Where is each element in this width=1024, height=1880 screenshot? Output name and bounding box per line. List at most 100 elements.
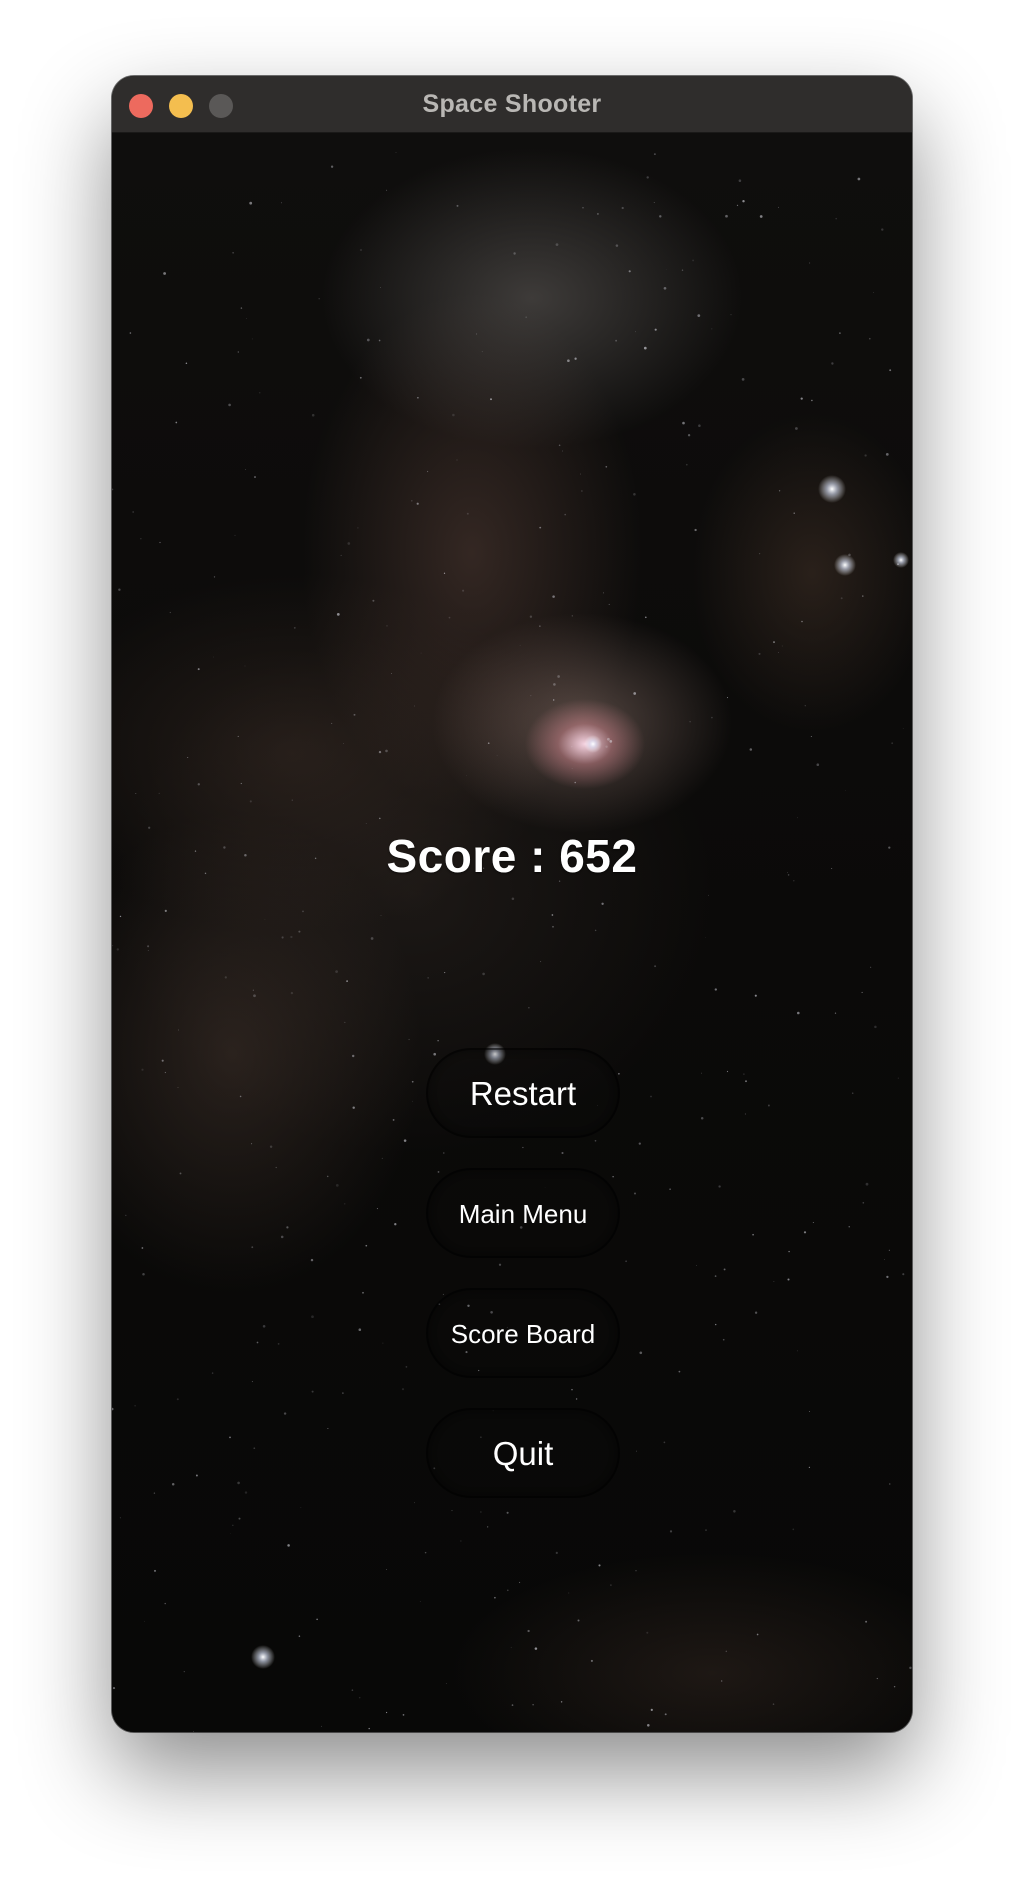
- app-window: Space Shooter Score : 652 Restart Main M…: [112, 76, 912, 1732]
- star: [527, 1629, 530, 1633]
- star: [669, 1188, 671, 1191]
- star: [283, 1412, 287, 1415]
- star: [568, 1592, 570, 1594]
- star: [171, 1483, 175, 1486]
- star: [558, 444, 561, 447]
- star: [112, 945, 114, 947]
- star: [178, 1029, 179, 1031]
- star: [555, 243, 559, 246]
- star: [311, 413, 315, 417]
- star: [650, 1095, 652, 1098]
- star: [851, 1092, 854, 1094]
- star: [176, 1398, 179, 1401]
- star: [602, 592, 604, 594]
- star: [311, 1315, 314, 1319]
- star: [635, 1450, 638, 1452]
- main-menu-button[interactable]: Main Menu: [426, 1168, 620, 1258]
- star: [788, 1250, 790, 1253]
- star: [411, 1080, 414, 1083]
- star: [280, 1235, 284, 1239]
- star: [714, 1275, 717, 1277]
- star: [767, 1104, 770, 1107]
- star: [237, 735, 239, 737]
- star: [417, 397, 419, 399]
- star: [358, 1696, 361, 1699]
- star: [694, 528, 697, 532]
- star: [804, 705, 806, 707]
- star: [460, 1540, 462, 1542]
- star: [256, 1341, 259, 1344]
- star: [778, 206, 779, 208]
- star: [378, 750, 382, 754]
- star: [386, 189, 388, 191]
- star: [621, 206, 624, 210]
- star: [638, 1142, 641, 1145]
- star: [615, 339, 617, 342]
- star: [506, 1511, 509, 1514]
- star: [730, 314, 732, 316]
- star: [721, 1680, 723, 1682]
- star: [277, 1343, 280, 1345]
- star: [797, 1011, 800, 1015]
- star: [251, 1246, 254, 1249]
- star: [197, 783, 200, 786]
- star: [249, 800, 252, 803]
- star: [378, 339, 381, 342]
- star: [372, 599, 375, 602]
- star: [335, 970, 338, 973]
- star: [560, 1701, 563, 1703]
- main-menu-button-label: Main Menu: [458, 1199, 588, 1229]
- star: [344, 1203, 346, 1205]
- star: [498, 1263, 502, 1266]
- star: [792, 1528, 795, 1531]
- star: [862, 595, 864, 597]
- star: [358, 1328, 362, 1331]
- star: [161, 1059, 164, 1062]
- star: [382, 1342, 384, 1344]
- star: [800, 397, 803, 400]
- star: [119, 1517, 121, 1519]
- star: [351, 1054, 355, 1058]
- star: [618, 1072, 620, 1075]
- star: [796, 1350, 798, 1352]
- star: [654, 328, 657, 331]
- star: [605, 465, 608, 468]
- star: [601, 902, 604, 905]
- star: [359, 376, 362, 379]
- quit-button[interactable]: Quit: [426, 1408, 620, 1498]
- title-bar[interactable]: Space Shooter: [112, 76, 912, 133]
- star: [119, 915, 122, 918]
- star: [496, 755, 498, 756]
- star: [228, 403, 231, 407]
- star: [758, 652, 761, 655]
- star: [889, 369, 892, 372]
- star: [831, 362, 834, 365]
- star: [685, 463, 688, 466]
- star: [639, 1351, 643, 1355]
- star: [287, 1544, 290, 1547]
- star: [577, 1619, 580, 1622]
- star: [848, 1226, 850, 1228]
- star: [772, 1703, 775, 1705]
- star: [376, 1208, 378, 1210]
- star: [343, 743, 344, 745]
- window-title: Space Shooter: [422, 90, 602, 118]
- star: [711, 328, 713, 330]
- star: [213, 656, 215, 658]
- score-display: Score : 652: [386, 830, 638, 882]
- star: [244, 1491, 248, 1494]
- star: [169, 611, 171, 614]
- star: [897, 1077, 899, 1079]
- score-board-button[interactable]: Score Board: [426, 1288, 620, 1378]
- star: [653, 153, 656, 156]
- star: [366, 338, 370, 342]
- star: [610, 1584, 612, 1586]
- star: [681, 269, 684, 271]
- star: [704, 937, 706, 939]
- star: [112, 1407, 114, 1411]
- star: [654, 965, 657, 968]
- restart-button[interactable]: Restart: [426, 1048, 620, 1138]
- star: [539, 625, 541, 627]
- star: [745, 1080, 747, 1083]
- star: [144, 1620, 146, 1622]
